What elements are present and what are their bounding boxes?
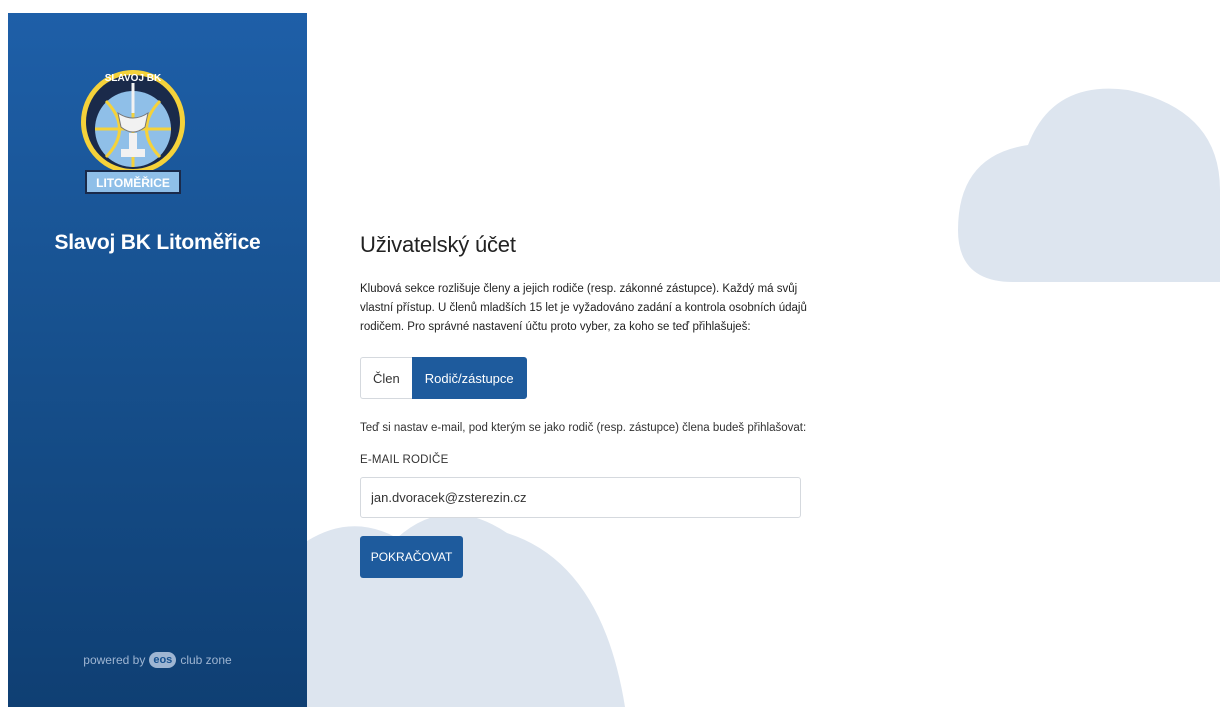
logo-text-bottom: LITOMĚŘICE (96, 175, 170, 190)
role-option-member[interactable]: Člen (360, 357, 412, 399)
continue-button[interactable]: POKRAČOVAT (360, 536, 463, 578)
eos-logo-icon: eos (149, 652, 177, 668)
role-toggle: Člen Rodič/zástupce (360, 357, 527, 399)
sidebar: LITOMĚŘICE SLAVOJ BK Slavoj BK Litoměřic… (8, 13, 307, 707)
email-label: E-MAIL RODIČE (360, 454, 449, 466)
role-option-parent[interactable]: Rodič/zástupce (411, 357, 527, 399)
email-hint: Teď si nastav e-mail, pod kterým se jako… (360, 422, 807, 434)
cloud-decoration (958, 88, 1220, 282)
cloud-decoration (307, 514, 625, 707)
powered-by-prefix: powered by (83, 653, 146, 667)
club-logo-icon: LITOMĚŘICE SLAVOJ BK (81, 70, 185, 194)
page-title: Uživatelský účet (360, 232, 516, 257)
intro-text: Klubová sekce rozlišuje členy a jejich r… (360, 283, 807, 333)
account-form: Uživatelský účet Klubová sekce rozlišuje… (360, 232, 820, 578)
logo-text-top: SLAVOJ BK (105, 73, 162, 84)
powered-by-suffix: club zone (180, 653, 232, 667)
powered-by[interactable]: powered by eos club zone (8, 652, 307, 668)
club-name: Slavoj BK Litoměřice (54, 231, 261, 254)
parent-email-input[interactable] (360, 477, 801, 518)
